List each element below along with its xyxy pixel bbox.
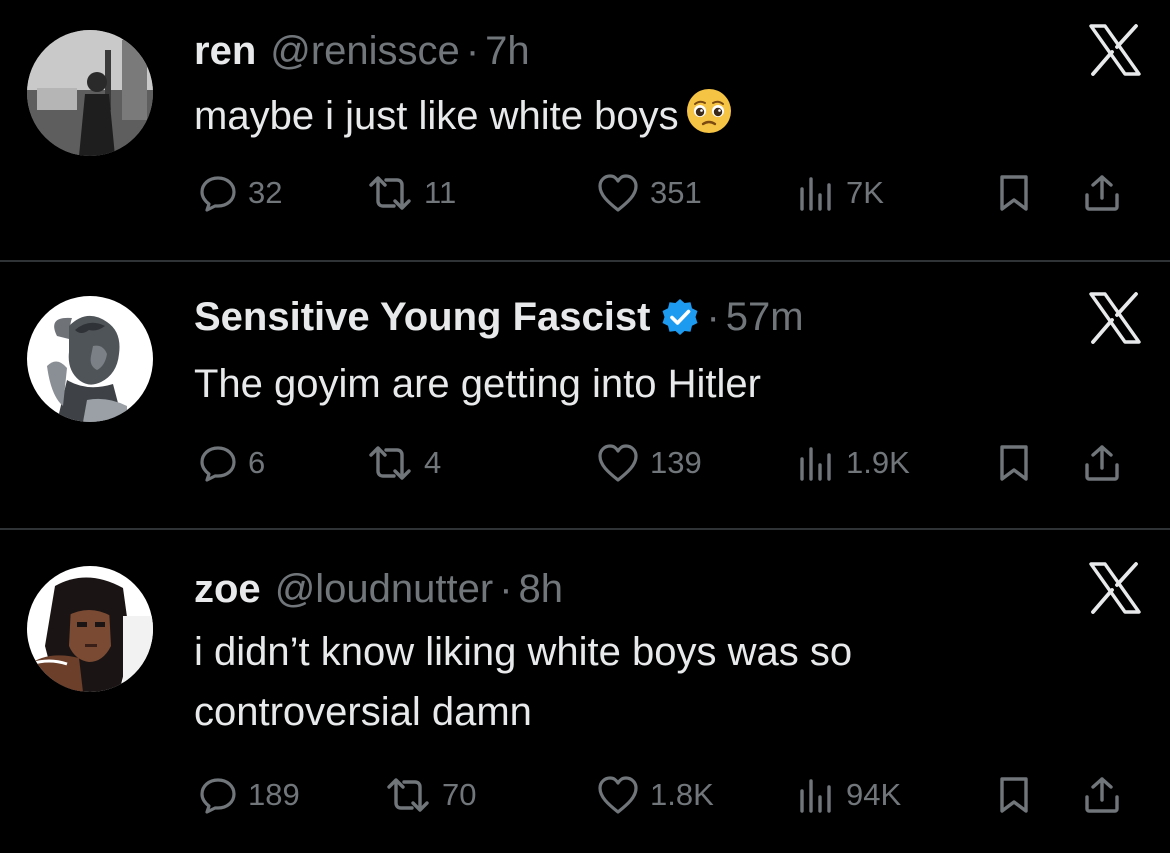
reply-button[interactable]: 6: [198, 438, 265, 488]
share-icon: [1082, 173, 1122, 213]
bookmark-icon: [994, 775, 1034, 815]
avatar[interactable]: [27, 296, 153, 422]
repost-count: 70: [442, 777, 477, 812]
bookmark-icon: [994, 173, 1034, 213]
share-icon: [1082, 443, 1122, 483]
tweet[interactable]: zoe @loudnutter · 8h i didn’t know likin…: [0, 530, 1170, 853]
bookmark-button[interactable]: [994, 438, 1034, 488]
like-count: 351: [650, 175, 702, 210]
reply-button[interactable]: 32: [198, 168, 282, 218]
reply-icon: [198, 775, 238, 815]
like-icon: [596, 173, 640, 213]
tweet-text: maybe i just like white boys: [194, 86, 1054, 146]
avatar-photo-icon: [27, 30, 153, 156]
repost-button[interactable]: 70: [384, 770, 476, 820]
repost-icon: [366, 173, 414, 213]
views-count: 94K: [846, 777, 902, 812]
views-count: 1.9K: [846, 445, 910, 480]
views-button[interactable]: 7K: [796, 168, 884, 218]
repost-button[interactable]: 11: [366, 168, 456, 218]
avatar-statue-icon: [27, 296, 153, 422]
repost-icon: [366, 443, 414, 483]
bookmark-button[interactable]: [994, 168, 1034, 218]
like-button[interactable]: 351: [596, 168, 702, 218]
repost-icon: [384, 775, 432, 815]
avatar-pixel-art-icon: [27, 566, 153, 692]
like-count: 139: [650, 445, 702, 480]
share-button[interactable]: [1082, 770, 1122, 820]
display-name[interactable]: ren: [194, 29, 256, 74]
reply-icon: [198, 443, 238, 483]
like-icon: [596, 775, 640, 815]
tweet-actions: 32 11 351 7K: [194, 168, 1144, 218]
timestamp[interactable]: 7h: [485, 29, 530, 74]
tweet-actions: 6 4 139 1.9K: [194, 438, 1144, 488]
reply-button[interactable]: 189: [198, 770, 300, 820]
tweet[interactable]: Sensitive Young Fascist · 57m The goyim …: [0, 262, 1170, 528]
x-logo-icon[interactable]: [1088, 292, 1142, 344]
views-count: 7K: [846, 175, 884, 210]
views-icon: [796, 173, 836, 213]
bookmark-icon: [994, 443, 1034, 483]
tweet-header: ren @renissce · 7h: [194, 26, 530, 76]
user-handle[interactable]: @renissce: [270, 29, 460, 74]
like-button[interactable]: 139: [596, 438, 702, 488]
reply-count: 32: [248, 175, 283, 210]
user-handle[interactable]: @loudnutter: [275, 567, 494, 612]
views-icon: [796, 443, 836, 483]
verified-badge-icon: [662, 299, 698, 335]
tweet-actions: 189 70 1.8K 94K: [194, 770, 1144, 820]
separator-dot: ·: [499, 566, 513, 611]
tweet-header: zoe @loudnutter · 8h: [194, 564, 563, 614]
views-icon: [796, 775, 836, 815]
tweet-text-content: i didn’t know liking white boys was so c…: [194, 630, 853, 734]
timestamp[interactable]: 57m: [726, 295, 804, 340]
views-button[interactable]: 1.9K: [796, 438, 910, 488]
tweet[interactable]: ren @renissce · 7h maybe i just like whi…: [0, 0, 1170, 260]
like-count: 1.8K: [650, 777, 714, 812]
views-button[interactable]: 94K: [796, 770, 901, 820]
reply-count: 189: [248, 777, 300, 812]
pleading-face-emoji-icon: [686, 89, 731, 133]
reply-icon: [198, 173, 238, 213]
x-logo-icon[interactable]: [1088, 24, 1142, 76]
bookmark-button[interactable]: [994, 770, 1034, 820]
tweet-header: Sensitive Young Fascist · 57m: [194, 292, 804, 342]
share-button[interactable]: [1082, 168, 1122, 218]
display-name[interactable]: zoe: [194, 567, 261, 612]
reply-count: 6: [248, 445, 266, 480]
avatar[interactable]: [27, 566, 153, 692]
separator-dot: ·: [465, 28, 480, 73]
repost-button[interactable]: 4: [366, 438, 441, 488]
repost-count: 11: [424, 175, 457, 210]
avatar[interactable]: [27, 30, 153, 156]
timestamp[interactable]: 8h: [519, 567, 564, 612]
tweet-text: i didn’t know liking white boys was so c…: [194, 622, 1054, 742]
like-icon: [596, 443, 640, 483]
x-logo-icon[interactable]: [1088, 562, 1142, 614]
share-icon: [1082, 775, 1122, 815]
repost-count: 4: [424, 445, 442, 480]
display-name[interactable]: Sensitive Young Fascist: [194, 295, 650, 340]
like-button[interactable]: 1.8K: [596, 770, 714, 820]
share-button[interactable]: [1082, 438, 1122, 488]
tweet-text: The goyim are getting into Hitler: [194, 354, 1054, 414]
separator-dot: ·: [706, 294, 720, 339]
tweet-text-content: maybe i just like white boys: [194, 94, 679, 138]
tweet-text-content: The goyim are getting into Hitler: [194, 362, 761, 406]
